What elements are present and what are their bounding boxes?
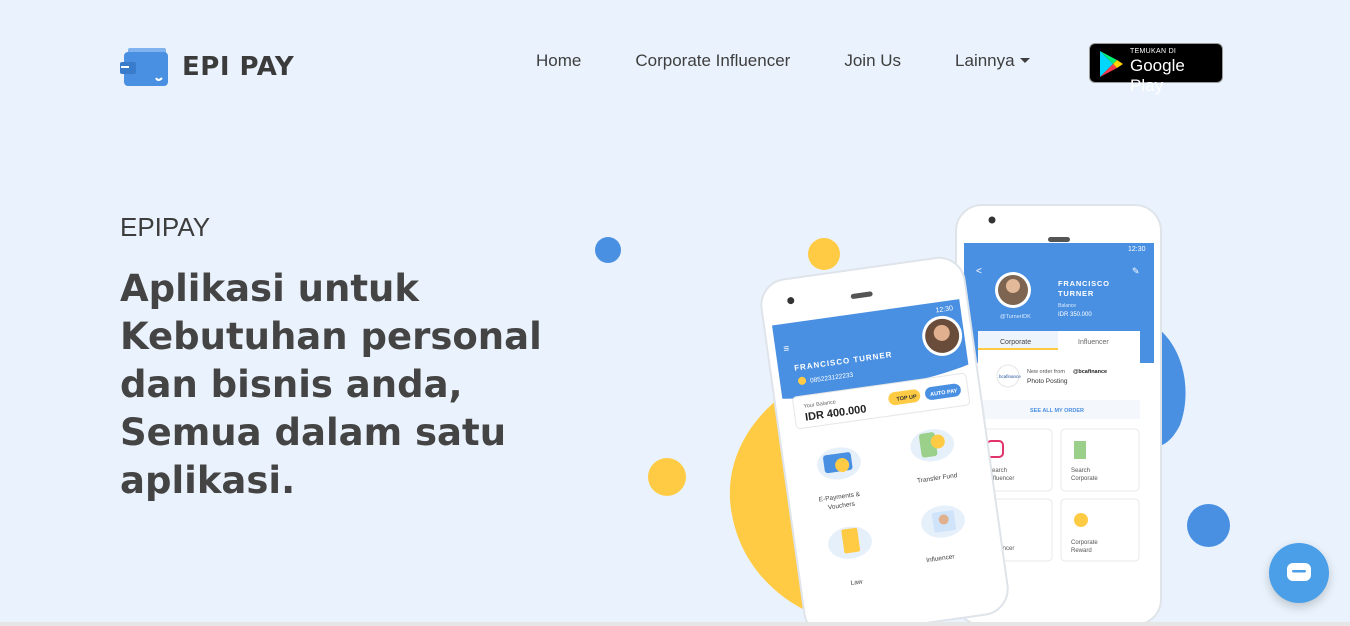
svg-text:Balance: Balance: [1058, 303, 1076, 309]
main-menu: Home Corporate Influencer Join Us Lainny…: [536, 51, 1084, 71]
decor-dot-blue: [595, 237, 621, 263]
nav-corporate-influencer[interactable]: Corporate Influencer: [635, 51, 790, 71]
page-bottom-divider: [0, 622, 1350, 626]
svg-text:Influencer: Influencer: [1078, 339, 1109, 346]
svg-text:IDR 350.000: IDR 350.000: [1058, 312, 1092, 318]
google-play-small-text: TEMUKAN DI: [1130, 48, 1177, 55]
back-status-time: 12:30: [1128, 246, 1146, 253]
svg-text:Search: Search: [1071, 468, 1090, 474]
wallet-icon: [120, 48, 168, 86]
nav-join-us[interactable]: Join Us: [844, 51, 901, 71]
google-play-icon: [1100, 51, 1123, 77]
svg-text:Corporate: Corporate: [1071, 540, 1098, 546]
back-user-first: FRANCISCO: [1058, 279, 1110, 288]
svg-text:bcafinance: bcafinance: [999, 374, 1021, 379]
svg-text:@TurnerIDK: @TurnerIDK: [1000, 314, 1031, 320]
svg-text:SEE ALL MY ORDER: SEE ALL MY ORDER: [1030, 408, 1084, 414]
hero-eyebrow: EPIPAY: [120, 212, 211, 242]
svg-text:Corporate: Corporate: [1071, 476, 1098, 482]
svg-text:Photo Posting: Photo Posting: [1027, 378, 1068, 385]
svg-text:Reward: Reward: [1071, 548, 1092, 554]
decor-dot-yellow: [648, 458, 686, 496]
nav-lainnya-dropdown[interactable]: Lainnya: [955, 51, 1030, 71]
svg-text:New order from: New order from: [1027, 369, 1065, 375]
phones-illustration: 12:30 < ✎ FRANCISCO TURNER Balance IDR 3…: [700, 195, 1220, 626]
chat-widget-button[interactable]: [1269, 543, 1329, 603]
chat-icon: [1287, 563, 1311, 581]
navbar: EPI PAY Home Corporate Influencer Join U…: [0, 0, 1350, 130]
svg-text:Corporate: Corporate: [1000, 339, 1031, 346]
google-play-big-text: Google Play: [1130, 56, 1185, 95]
hero-title: Aplikasi untuk Kebutuhan personal dan bi…: [120, 267, 542, 502]
nav-home[interactable]: Home: [536, 51, 581, 71]
svg-text:<: <: [976, 266, 982, 277]
svg-text:@bcafinance: @bcafinance: [1073, 369, 1107, 375]
brand-logo[interactable]: EPI PAY: [120, 48, 294, 86]
svg-text:✎: ✎: [1132, 266, 1140, 276]
google-play-button[interactable]: TEMUKAN DI Google Play: [1089, 43, 1223, 95]
brand-name: EPI PAY: [182, 52, 295, 82]
back-user-last: TURNER: [1058, 289, 1094, 298]
